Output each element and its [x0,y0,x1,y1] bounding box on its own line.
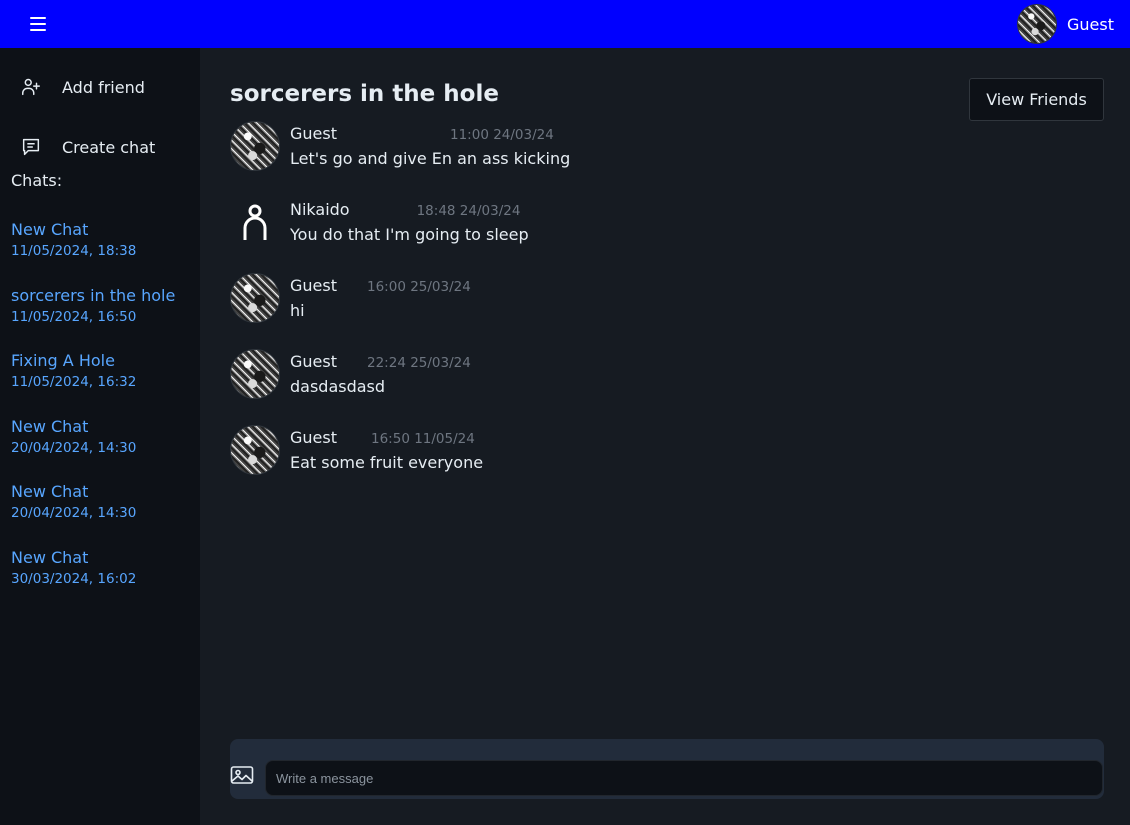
message: Guest 11:00 24/03/24 Let's go and give E… [230,121,1030,197]
avatar[interactable] [230,349,280,399]
top-bar: Guest [0,0,1130,48]
chat-list-item[interactable]: New Chat 20/04/2024, 14:30 [11,416,196,482]
chat-date: 11/05/2024, 16:50 [11,308,137,325]
message-text: Let's go and give En an ass kicking [290,149,571,168]
chat-date: 20/04/2024, 14:30 [11,505,137,522]
add-friend-button[interactable]: Add friend [20,76,145,98]
chat-name[interactable]: Fixing A Hole [11,350,196,372]
avatar[interactable] [230,121,280,171]
chat-list-item[interactable]: New Chat 11/05/2024, 18:38 [11,219,196,285]
chat-date: 20/04/2024, 14:30 [11,439,137,456]
message-text: dasdasdasd [290,377,386,396]
chat-name[interactable]: New Chat [11,219,196,241]
user-menu[interactable]: Guest [1017,4,1114,44]
message-timestamp: 16:50 11/05/24 [371,431,475,447]
add-user-icon [22,78,40,96]
avatar[interactable] [1017,4,1057,44]
chat-list-item[interactable]: Fixing A Hole 11/05/2024, 16:32 [11,350,196,416]
add-friend-label: Add friend [62,77,145,97]
create-chat-label: Create chat [62,137,156,157]
chat-list-item[interactable]: New Chat 20/04/2024, 14:30 [11,481,196,547]
message-author: Guest [290,124,337,143]
view-friends-button[interactable]: View Friends [969,78,1104,121]
chat-panel: sorcerers in the hole View Friends Guest… [200,48,1130,825]
message-composer [230,739,1104,799]
chat-name[interactable]: New Chat [11,481,196,503]
chats-heading: Chats: [11,171,63,190]
image-icon[interactable] [230,763,254,787]
message-author: Guest [290,352,337,371]
page-title: sorcerers in the hole [230,81,499,107]
chat-icon [22,138,40,156]
message-timestamp: 22:24 25/03/24 [367,355,471,371]
chat-list: New Chat 11/05/2024, 18:38 sorcerers in … [11,219,196,613]
message: Guest 16:00 25/03/24 hi [230,273,1030,349]
message-author: Guest [290,276,337,295]
message: Nikaido 18:48 24/03/24 You do that I'm g… [230,197,1030,273]
chat-list-item[interactable]: sorcerers in the hole 11/05/2024, 16:50 [11,285,196,351]
chat-date: 11/05/2024, 18:38 [11,243,137,259]
chat-name[interactable]: sorcerers in the hole [11,285,196,307]
sidebar: Add friend Create chat Chats: New Chat 1… [0,48,200,825]
message-author: Nikaido [290,200,350,219]
message-text: hi [290,301,305,320]
chat-name[interactable]: New Chat [11,416,196,438]
chat-date: 11/05/2024, 16:32 [11,374,137,391]
message-timestamp: 18:48 24/03/24 [416,203,521,219]
chat-list-item[interactable]: New Chat 30/03/2024, 16:02 [11,547,196,613]
message: Guest 22:24 25/03/24 dasdasdasd [230,349,1030,425]
message-input[interactable] [265,760,1103,796]
message-list: Guest 11:00 24/03/24 Let's go and give E… [230,121,1030,501]
chat-date: 30/03/2024, 16:02 [11,570,137,587]
default-user-icon[interactable] [230,197,280,247]
message-text: You do that I'm going to sleep [290,225,529,244]
create-chat-button[interactable]: Create chat [20,136,155,158]
user-name: Guest [1067,14,1114,34]
message-timestamp: 11:00 24/03/24 [450,127,554,143]
avatar[interactable] [230,425,280,475]
message: Guest 16:50 11/05/24 Eat some fruit ever… [230,425,1030,501]
message-timestamp: 16:00 25/03/24 [367,279,471,295]
message-author: Guest [290,428,337,447]
chat-name[interactable]: New Chat [11,547,196,569]
message-text: Eat some fruit everyone [290,453,484,472]
avatar[interactable] [230,273,280,323]
hamburger-menu-icon[interactable] [30,14,50,34]
